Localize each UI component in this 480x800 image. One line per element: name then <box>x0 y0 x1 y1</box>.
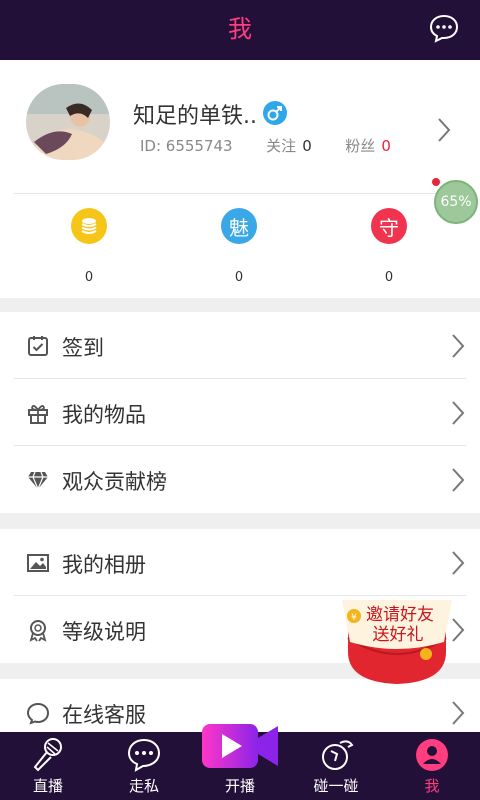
calendar-check-icon <box>26 334 50 358</box>
menu-item-contribution-ranking[interactable]: 观众贡献榜 <box>0 446 480 513</box>
invite-friends-envelope[interactable]: ¥ 邀请好友 送好礼 <box>340 598 454 684</box>
tab-me[interactable]: 我 <box>392 735 472 796</box>
chevron-right-icon <box>450 399 466 431</box>
gift-icon <box>26 401 50 425</box>
diamond-icon <box>26 468 50 492</box>
following-count: 0 <box>302 137 312 155</box>
coins-icon <box>71 208 107 244</box>
user-icon <box>392 735 472 775</box>
menu-label: 观众贡献榜 <box>62 470 167 494</box>
chevron-right-icon <box>450 332 466 364</box>
menu-label: 签到 <box>62 336 104 360</box>
stat-guard[interactable]: 守 0 <box>369 208 409 285</box>
user-id: ID: 6555743 <box>140 137 233 155</box>
menu-item-album[interactable]: 我的相册 <box>0 529 480 596</box>
medal-icon <box>26 618 50 642</box>
tab-label: 碰一碰 <box>313 777 359 795</box>
chat-support-icon <box>26 701 50 725</box>
microphone-icon <box>8 735 88 775</box>
tab-label: 我 <box>424 777 440 795</box>
guard-value: 0 <box>384 270 394 285</box>
tab-label: 走私 <box>128 777 159 795</box>
charm-icon: 魅 <box>221 208 257 244</box>
dice-icon <box>296 735 376 775</box>
guard-icon: 守 <box>371 208 407 244</box>
tab-live[interactable]: 直播 <box>8 735 88 796</box>
menu-item-my-items[interactable]: 我的物品 <box>0 379 480 446</box>
fans-label[interactable]: 粉丝 <box>345 137 375 155</box>
coins-value: 0 <box>84 270 94 285</box>
charm-value: 0 <box>234 270 244 285</box>
video-camera-icon[interactable] <box>200 720 280 772</box>
chevron-right-icon[interactable] <box>436 116 452 148</box>
tab-match[interactable]: 碰一碰 <box>296 735 376 796</box>
chat-bubble-icon <box>104 735 184 775</box>
divider <box>14 193 466 194</box>
invite-line2: 送好礼 <box>373 625 424 645</box>
notification-dot <box>432 178 440 186</box>
menu-label: 我的物品 <box>62 403 146 427</box>
top-bar: 我 <box>0 0 480 60</box>
chevron-right-icon <box>450 466 466 498</box>
picture-icon <box>26 551 50 575</box>
menu-label: 在线客服 <box>62 703 146 727</box>
avatar[interactable] <box>26 84 110 160</box>
stat-coins[interactable]: 0 <box>69 208 109 285</box>
chevron-right-icon <box>450 549 466 581</box>
menu-label: 等级说明 <box>62 620 146 644</box>
menu-group-1: 签到 我的物品 观众贡献榜 <box>0 312 480 513</box>
following-label[interactable]: 关注 <box>266 137 296 155</box>
menu-label: 我的相册 <box>62 553 146 577</box>
invite-line1: 邀请好友 <box>366 605 434 625</box>
male-gender-icon <box>263 101 287 125</box>
profile-card[interactable]: 知足的单铁.. ID: 6555743 关注 0 粉丝 0 0 魅 0 守 0 <box>0 60 480 298</box>
chevron-right-icon <box>450 699 466 731</box>
nickname: 知足的单铁.. <box>133 104 257 129</box>
tab-label: 直播 <box>32 777 63 795</box>
fans-count: 0 <box>381 137 391 155</box>
tab-label: 开播 <box>224 777 255 795</box>
page-title: 我 <box>228 15 252 43</box>
message-icon[interactable] <box>428 12 460 44</box>
tab-private-chat[interactable]: 走私 <box>104 735 184 796</box>
stat-charm[interactable]: 魅 0 <box>219 208 259 285</box>
svg-text:¥: ¥ <box>351 613 357 623</box>
profile-meta: ID: 6555743 关注 0 粉丝 0 <box>140 135 391 156</box>
progress-badge[interactable]: 65% <box>434 180 478 224</box>
menu-item-checkin[interactable]: 签到 <box>0 312 480 379</box>
